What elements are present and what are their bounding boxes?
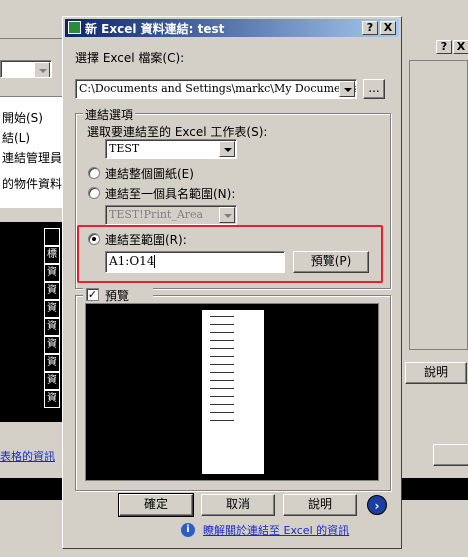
background-list: 開始(S) 結(L) 連結管理員 的物件資料 [0, 96, 64, 208]
file-path-value: C:\Documents and Settings\markc\My Docum… [79, 82, 356, 95]
preview-button[interactable]: 預覽(P) [293, 251, 369, 273]
background-dropdown[interactable] [0, 60, 52, 78]
named-range-radio[interactable] [88, 187, 100, 199]
preview-legend: ✓ 預覽 [83, 287, 153, 303]
range-label: 連結至範圍(R): [105, 233, 187, 247]
entire-sheet-label: 連結整個圖紙(E) [105, 167, 194, 181]
bg-bottom-bar-right [401, 478, 468, 500]
background-window-left: 開始(S) 結(L) 連結管理員 的物件資料 標 資 資 資 資 資 資 資 資… [0, 0, 64, 557]
select-file-label: 選擇 Excel 檔案(C): [75, 51, 185, 65]
background-table: 標 資 資 資 資 資 資 資 資 [0, 222, 64, 422]
worksheet-dropdown[interactable]: TEST [105, 139, 237, 159]
file-path-dropdown[interactable]: C:\Documents and Settings\markc\My Docum… [75, 79, 357, 99]
preview-check-label: 預覽 [105, 289, 130, 303]
bg-cut-button[interactable] [433, 444, 468, 466]
excel-icon [68, 21, 81, 34]
close-icon[interactable]: X [380, 21, 396, 35]
bg-item-1[interactable]: 開始(S) [2, 109, 43, 126]
excel-link-dialog: 新 Excel 資料連結: test ? X 選擇 Excel 檔案(C): C… [62, 16, 402, 549]
cancel-button[interactable]: 取消 [201, 494, 275, 516]
named-range-value: TEST!Print_Area [109, 208, 204, 221]
named-range-dropdown[interactable]: TEST!Print_Area [105, 205, 237, 225]
bg-help-button[interactable]: 說明 [405, 362, 467, 384]
link-options-legend: 連結選項 [83, 106, 136, 123]
title-bar: 新 Excel 資料連結: test ? X [65, 19, 399, 37]
range-value: A1:O14 [109, 254, 155, 268]
bg-item-3[interactable]: 連結管理員 [2, 149, 62, 166]
preview-checkbox[interactable]: ✓ [86, 288, 99, 301]
named-range-label: 連結至一個具名範圍(N): [105, 187, 236, 201]
range-input[interactable]: A1:O14 [105, 251, 285, 273]
text-cursor [154, 255, 156, 268]
ok-button[interactable]: 確定 [118, 493, 194, 517]
preview-area [85, 303, 379, 481]
bg-bottom-bar [0, 478, 64, 500]
bg-help-icon[interactable]: ? [436, 40, 452, 54]
browse-button[interactable]: ... [363, 79, 385, 99]
bg-close-icon[interactable]: X [453, 40, 468, 54]
bg-panel [409, 60, 468, 350]
info-icon: i [181, 523, 195, 537]
entire-sheet-radio[interactable] [88, 167, 100, 179]
worksheet-value: TEST [109, 142, 140, 155]
range-radio[interactable] [88, 233, 100, 245]
expand-arrow-icon[interactable]: › [367, 495, 387, 515]
bg-info-link[interactable]: 表格的資訊 [0, 448, 55, 464]
dialog-title: 新 Excel 資料連結: test [85, 22, 225, 36]
info-link[interactable]: 瞭解關於連結至 Excel 的資訊 [203, 522, 349, 538]
preview-sheet [202, 310, 264, 474]
separator [0, 38, 64, 39]
bg-item-2[interactable]: 結(L) [2, 129, 30, 146]
worksheet-label: 選取要連結至的 Excel 工作表(S): [87, 125, 268, 139]
help-button[interactable]: 說明 [283, 494, 357, 516]
bg-item-4[interactable]: 的物件資料 [2, 175, 62, 192]
help-icon[interactable]: ? [362, 21, 378, 35]
background-window-right: ? X 說明 [401, 0, 468, 557]
